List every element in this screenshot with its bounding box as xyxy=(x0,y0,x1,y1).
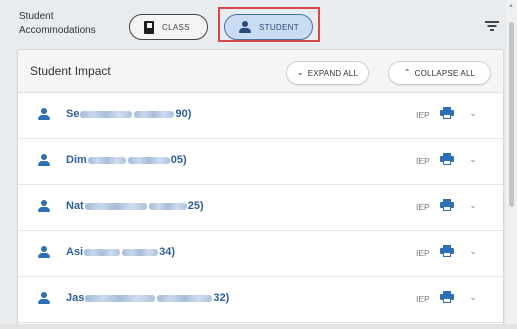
redacted-text xyxy=(85,294,156,302)
expand-all-button[interactable]: ⌄ EXPAND ALL xyxy=(286,61,369,85)
printer-icon[interactable] xyxy=(440,291,454,304)
chevron-down-icon[interactable]: ⌄ xyxy=(466,244,480,258)
person-icon xyxy=(38,154,50,166)
redacted-text xyxy=(148,202,187,210)
student-name-end: 32) xyxy=(213,292,230,304)
student-row[interactable]: Dim 05) IEP ⌄ xyxy=(18,139,503,185)
highlight-box xyxy=(218,7,320,42)
iep-badge: IEP xyxy=(416,156,430,166)
redacted-text xyxy=(127,156,170,164)
student-row[interactable]: Jas 32) IEP ⌄ xyxy=(18,277,503,323)
redacted-text xyxy=(134,110,175,118)
student-name-end: 25) xyxy=(187,200,204,212)
student-name[interactable]: Dim 05) xyxy=(66,154,187,166)
scroll-up-icon[interactable]: ▲ xyxy=(508,3,514,9)
student-row[interactable]: Nat 25) IEP ⌄ xyxy=(18,185,503,231)
student-name[interactable]: Jas 32) xyxy=(66,292,229,304)
person-icon xyxy=(38,200,50,212)
student-row[interactable]: Se 90) IEP ⌄ xyxy=(18,93,503,139)
redacted-text xyxy=(122,248,159,256)
redacted-text xyxy=(87,156,126,164)
collapse-all-label: COLLAPSE ALL xyxy=(414,68,476,78)
redacted-text xyxy=(84,202,147,210)
chevron-down-icon: ⌄ xyxy=(296,68,304,77)
iep-badge: IEP xyxy=(416,202,430,212)
chevron-down-icon[interactable]: ⌄ xyxy=(466,152,480,166)
person-icon xyxy=(38,246,50,258)
top-bar: Student Accommodations CLASS STUDENT xyxy=(0,0,517,42)
chevron-down-icon[interactable]: ⌄ xyxy=(466,198,480,212)
student-name-end: 05) xyxy=(170,154,187,166)
class-toggle-label: CLASS xyxy=(162,22,190,32)
person-icon xyxy=(38,108,50,120)
panel-title: Student Impact xyxy=(30,64,111,78)
filter-icon[interactable] xyxy=(485,21,499,31)
student-impact-panel: Student Impact ⌄ EXPAND ALL ⌃ COLLAPSE A… xyxy=(18,50,503,329)
horizontal-scrollbar[interactable] xyxy=(0,324,517,329)
student-name[interactable]: Asi 34) xyxy=(66,246,175,258)
chevron-down-icon[interactable]: ⌄ xyxy=(466,106,480,120)
student-name-start: Nat xyxy=(66,200,84,212)
scrollbar-thumb[interactable] xyxy=(509,22,514,207)
iep-badge: IEP xyxy=(416,248,430,258)
iep-badge: IEP xyxy=(416,294,430,304)
redacted-text xyxy=(80,110,133,118)
redacted-text xyxy=(84,248,121,256)
student-name[interactable]: Nat 25) xyxy=(66,200,204,212)
expand-all-label: EXPAND ALL xyxy=(307,68,359,78)
chevron-up-icon: ⌃ xyxy=(403,68,411,77)
panel-header: Student Impact ⌄ EXPAND ALL ⌃ COLLAPSE A… xyxy=(18,50,503,93)
chevron-down-icon[interactable]: ⌄ xyxy=(466,290,480,304)
printer-icon[interactable] xyxy=(440,199,454,212)
collapse-all-button[interactable]: ⌃ COLLAPSE ALL xyxy=(388,61,491,85)
book-icon xyxy=(144,20,154,34)
student-name-start: Jas xyxy=(66,292,85,304)
vertical-scrollbar[interactable]: ▲ xyxy=(506,0,517,329)
printer-icon[interactable] xyxy=(440,107,454,120)
student-name[interactable]: Se 90) xyxy=(66,108,191,120)
student-name-end: 34) xyxy=(159,246,176,258)
student-name-start: Asi xyxy=(66,246,84,258)
iep-badge: IEP xyxy=(416,110,430,120)
person-icon xyxy=(38,292,50,304)
class-toggle-button[interactable]: CLASS xyxy=(129,14,208,40)
student-name-end: 90) xyxy=(175,108,192,120)
app-title: Student Accommodations xyxy=(19,10,109,38)
student-row[interactable]: Asi 34) IEP ⌄ xyxy=(18,231,503,277)
student-name-start: Dim xyxy=(66,154,87,166)
app-title-line1: Student xyxy=(19,11,54,22)
app-title-line2: Accommodations xyxy=(19,25,96,36)
printer-icon[interactable] xyxy=(440,153,454,166)
student-name-start: Se xyxy=(66,108,80,120)
redacted-text xyxy=(157,294,213,302)
printer-icon[interactable] xyxy=(440,245,454,258)
